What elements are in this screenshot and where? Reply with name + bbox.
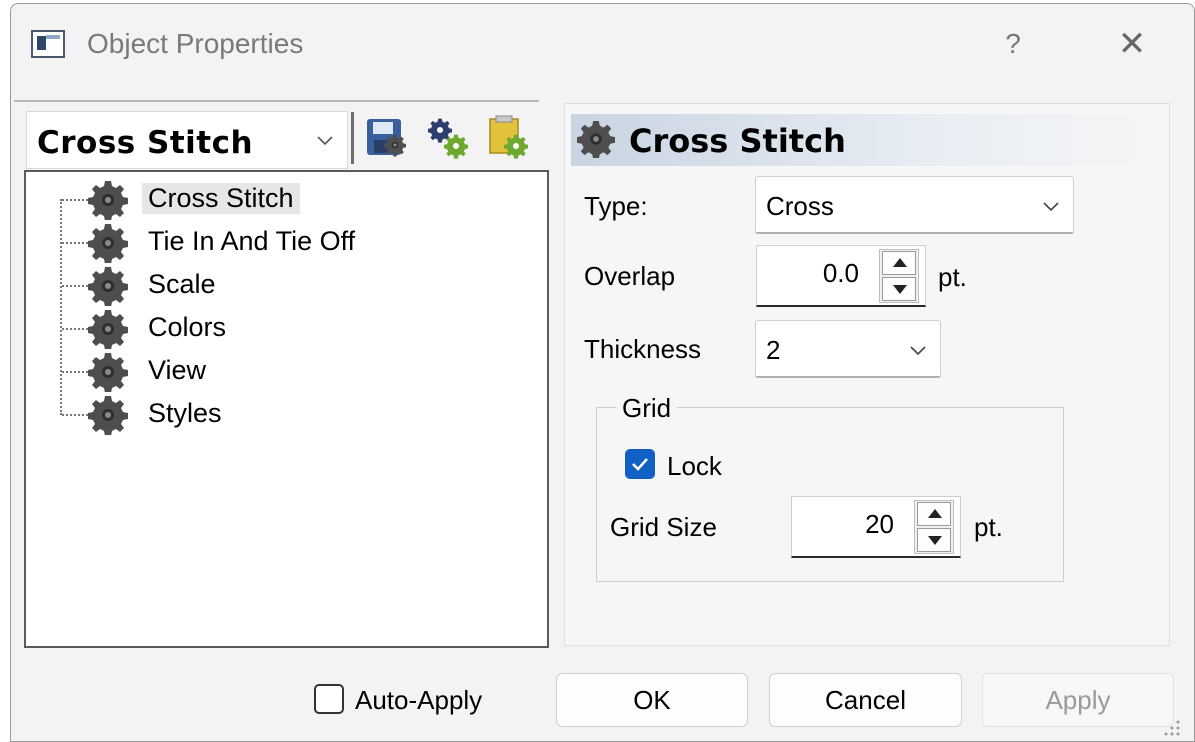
chevron-down-icon [317, 136, 333, 146]
grid-group-title: Grid [616, 393, 678, 424]
tree-connector-line [60, 199, 62, 415]
chevron-down-icon [1043, 202, 1059, 212]
object-type-combo-value: Cross Stitch [37, 125, 254, 161]
tree-item-label: View [148, 355, 207, 385]
resize-grip-icon[interactable] [1160, 716, 1182, 738]
thickness-select-value: 2 [766, 335, 781, 365]
grid-size-label: Grid Size [610, 512, 717, 542]
grid-size-decrement-button[interactable] [917, 528, 951, 552]
grid-size-increment-button[interactable] [917, 502, 951, 526]
panel-title: Cross Stitch [629, 122, 846, 160]
lock-label[interactable]: Lock [667, 451, 722, 482]
gear-icon [88, 181, 128, 220]
grid-size-spinbox[interactable]: 20 [791, 496, 961, 558]
overlap-decrement-button[interactable] [882, 277, 916, 301]
window-title: Object Properties [87, 28, 304, 59]
auto-apply-checkbox[interactable] [314, 684, 344, 714]
overlap-label: Overlap [584, 261, 676, 291]
toolbar-divider [14, 100, 539, 102]
gears-icon[interactable] [426, 114, 470, 160]
panel-header: Cross Stitch [571, 114, 1167, 166]
type-label: Type: [584, 191, 648, 221]
gear-icon [88, 224, 128, 263]
app-window-icon [31, 30, 65, 58]
settings-tree[interactable]: Cross Stitch Tie In And Tie Off Scale Co… [24, 170, 549, 648]
close-button[interactable]: ✕ [1107, 22, 1157, 66]
overlap-spin-buttons [879, 249, 919, 303]
tree-item-label: Scale [148, 269, 216, 299]
load-settings-icon[interactable] [486, 114, 530, 160]
lock-checkbox[interactable] [625, 449, 655, 479]
thickness-select[interactable]: 2 [755, 320, 941, 378]
overlap-spinbox[interactable]: 0.0 [756, 245, 926, 307]
apply-button[interactable]: Apply [982, 673, 1174, 727]
overlap-unit: pt. [938, 262, 967, 292]
save-settings-icon[interactable] [364, 114, 408, 160]
overlap-increment-button[interactable] [882, 251, 916, 275]
overlap-value: 0.0 [822, 258, 859, 288]
type-select-value: Cross [766, 191, 834, 221]
gear-icon [88, 353, 128, 392]
chevron-down-icon [910, 346, 926, 356]
gear-icon [88, 267, 128, 306]
grid-size-unit: pt. [974, 512, 1003, 542]
gear-icon [88, 310, 128, 349]
grid-size-value: 20 [865, 509, 894, 539]
type-select[interactable]: Cross [755, 176, 1074, 234]
arrow-up-icon [893, 258, 907, 267]
arrow-up-icon [928, 509, 942, 518]
arrow-down-icon [893, 285, 907, 294]
tree-item-label: Colors [148, 312, 227, 342]
auto-apply-label[interactable]: Auto-Apply [355, 685, 482, 716]
tree-item-label: Tie In And Tie Off [148, 226, 356, 256]
cancel-button[interactable]: Cancel [769, 673, 962, 727]
ok-button[interactable]: OK [556, 673, 748, 727]
tree-item-label: Styles [148, 398, 222, 428]
title-bar[interactable]: Object Properties ? ✕ [11, 4, 1194, 86]
object-type-combo[interactable]: Cross Stitch [26, 111, 348, 169]
help-button[interactable]: ? [991, 22, 1035, 66]
checkmark-icon [632, 458, 648, 471]
thickness-label: Thickness [584, 334, 702, 364]
grid-size-spin-buttons [914, 500, 954, 554]
gear-icon [577, 120, 615, 158]
gear-icon [88, 396, 128, 435]
arrow-down-icon [928, 536, 942, 545]
tree-item-label: Cross Stitch [142, 183, 300, 214]
toolbar-separator [351, 112, 354, 164]
